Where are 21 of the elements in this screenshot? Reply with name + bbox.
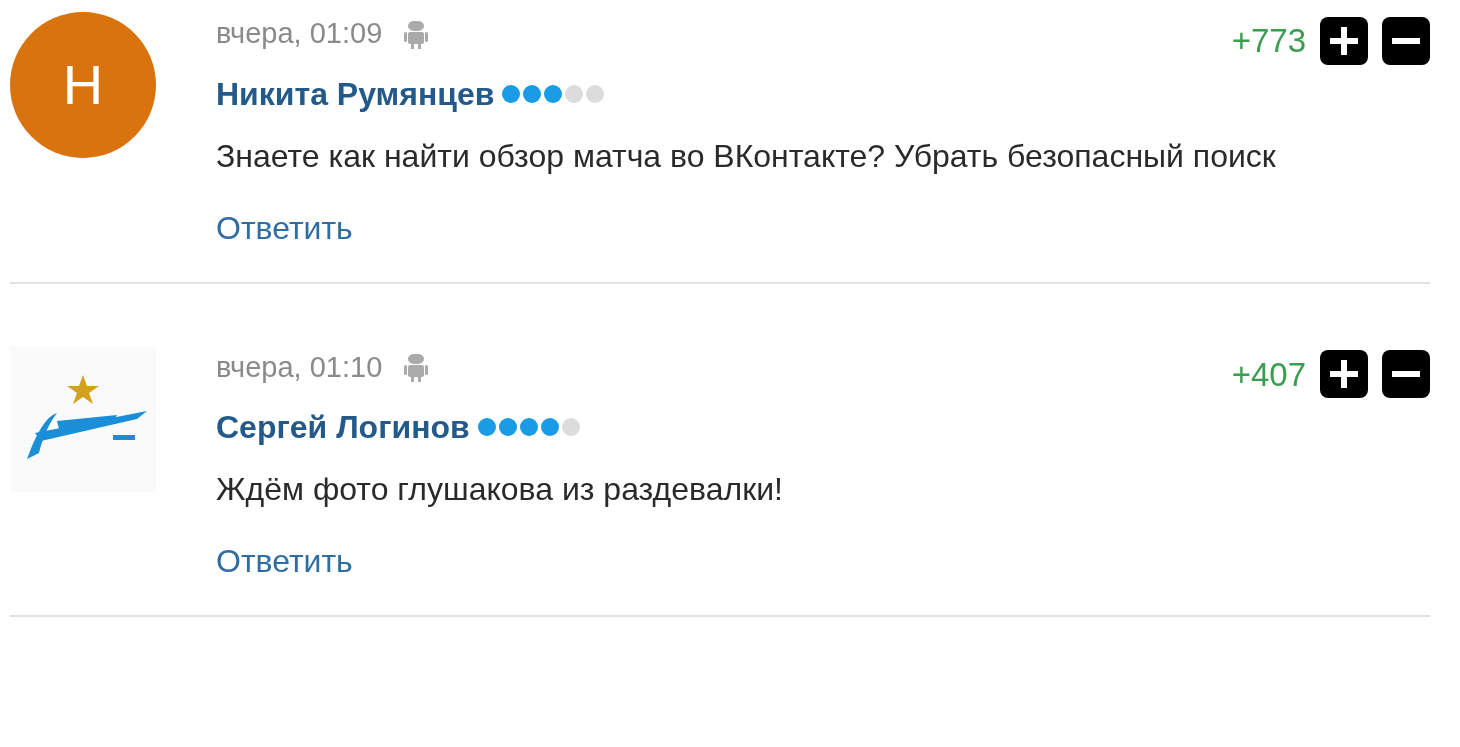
avatar: Н [10, 12, 156, 158]
reply-link[interactable]: Ответить [216, 537, 353, 585]
comment-time: вчера, 01:10 [216, 349, 383, 385]
comment-text: Знаете как найти обзор матча во ВКонтакте? Убрать безопасный поиск [216, 136, 1277, 176]
comment-time: вчера, 01:09 [216, 16, 383, 51]
minus-icon [1392, 37, 1420, 44]
comment-text: Ждём фото глушакова из раздевалки! [216, 470, 784, 509]
comment-score: +773 [1231, 21, 1306, 61]
android-icon [404, 18, 429, 49]
comment-score: +407 [1231, 354, 1306, 395]
upvote-button[interactable] [1320, 350, 1368, 399]
downvote-button[interactable] [1382, 16, 1430, 65]
author-link[interactable]: Никита Румянцев [216, 69, 495, 118]
minus-icon [1392, 371, 1420, 378]
plus-icon [1330, 360, 1358, 389]
android-icon [404, 352, 429, 383]
reply-link[interactable]: Ответить [216, 203, 353, 252]
upvote-button[interactable] [1320, 16, 1368, 65]
downvote-button[interactable] [1382, 350, 1430, 399]
author-link[interactable]: Сергей Логинов [216, 403, 470, 451]
plus-icon [1330, 26, 1358, 55]
